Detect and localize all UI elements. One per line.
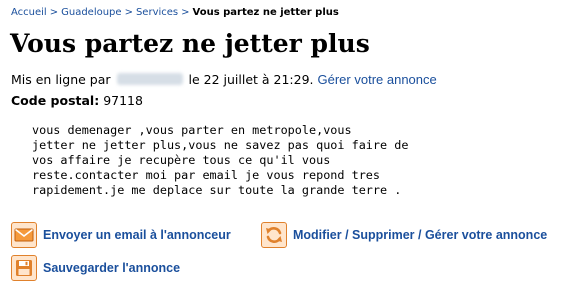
envelope-icon: [11, 222, 37, 248]
ad-description: vous demenager ,vous parter en metropole…: [32, 123, 409, 197]
postal-code-value: 97118: [103, 93, 143, 108]
edit-ad-button[interactable]: Modifier / Supprimer / Gérer votre annon…: [261, 222, 547, 248]
email-advertiser-button[interactable]: Envoyer un email à l'annonceur: [11, 222, 231, 248]
breadcrumb-link-accueil[interactable]: Accueil: [11, 7, 47, 18]
breadcrumb-separator: >: [49, 7, 59, 18]
manage-ad-link[interactable]: Gérer votre annonce: [318, 72, 437, 87]
breadcrumb-link-services[interactable]: Services: [136, 7, 178, 18]
posted-prefix: Mis en ligne par: [11, 72, 111, 87]
breadcrumb-separator: >: [124, 7, 133, 18]
floppy-disk-icon: [11, 255, 37, 281]
posted-info: Mis en ligne par le 22 juillet à 21:29. …: [11, 71, 437, 88]
breadcrumb: Accueil > Guadeloupe > Services > Vous partez …: [11, 6, 339, 20]
breadcrumb-link-guadeloupe[interactable]: Guadeloupe: [61, 7, 121, 18]
postal-code-label: Code postal:: [11, 93, 100, 108]
page-title: Vous partez ne jetter plus: [10, 29, 370, 58]
ad-page: Accueil > Guadeloupe > Services > Vous partez …: [0, 0, 569, 295]
edit-ad-label: Modifier / Supprimer / Gérer votre annon…: [293, 228, 548, 242]
save-ad-label: Sauvegarder l'annonce: [43, 261, 181, 275]
breadcrumb-separator: >: [181, 7, 190, 18]
refresh-icon: [261, 222, 287, 248]
breadcrumb-current: Vous partez ne jetter plus: [192, 7, 339, 18]
posted-date: le 22 juillet à 21:29.: [188, 72, 314, 87]
author-name-blurred: [116, 73, 183, 85]
postal-code: Code postal: 97118: [11, 92, 143, 109]
email-advertiser-label: Envoyer un email à l'annonceur: [43, 228, 231, 242]
save-ad-button[interactable]: Sauvegarder l'annonce: [11, 255, 180, 281]
